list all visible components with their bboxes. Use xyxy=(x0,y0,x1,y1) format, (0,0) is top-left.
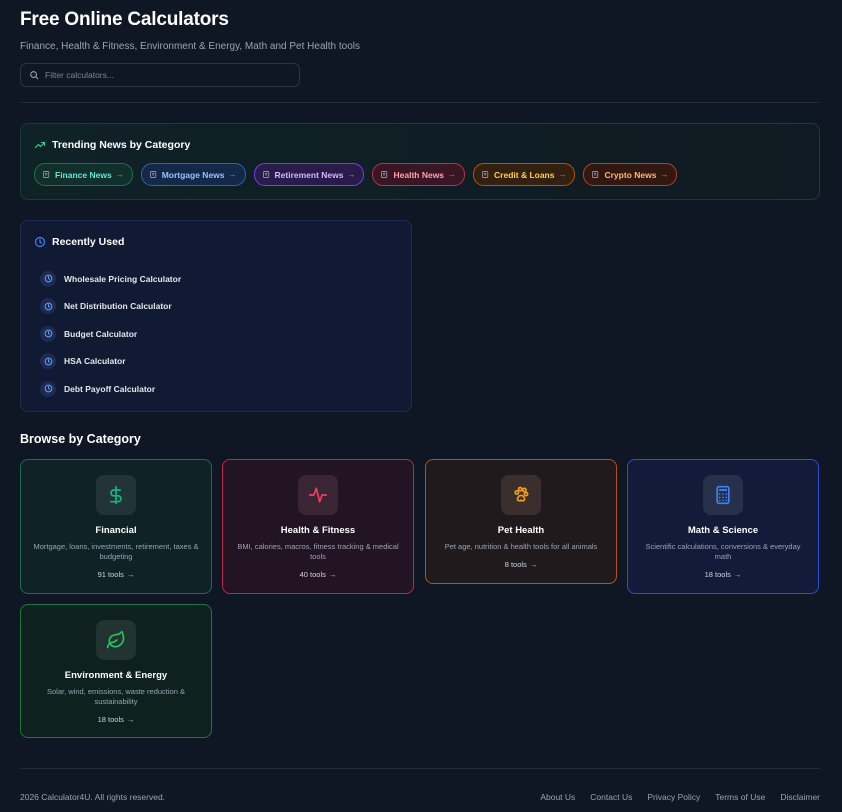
chip-label: Credit & Loans xyxy=(494,169,555,180)
trending-up-icon xyxy=(34,141,46,149)
leaf-icon xyxy=(96,620,136,660)
card-title: Math & Science xyxy=(687,525,759,536)
arrow-right-icon: → xyxy=(126,715,135,724)
card-description: Mortgage, loans, investments, retirement… xyxy=(33,542,199,561)
recent-item-budget[interactable]: Budget Calculator xyxy=(40,320,181,348)
recent-item-label: Wholesale Pricing Calculator xyxy=(64,273,182,284)
count-label: 40 tools xyxy=(299,570,326,579)
arrow-right-icon: → xyxy=(448,170,457,179)
category-card-financial[interactable]: Financial Mortgage, loans, investments, … xyxy=(20,459,212,594)
browse-title: Browse by Category xyxy=(20,432,141,446)
footer-link-contact-us[interactable]: Contact Us xyxy=(590,792,632,802)
clock-icon xyxy=(34,236,46,248)
card-description: BMI, calories, macros, fitness tracking … xyxy=(237,542,399,561)
card-tool-count: 18 tools → xyxy=(21,715,211,724)
arrow-right-icon: → xyxy=(529,560,538,569)
chip-label: Health News xyxy=(393,169,445,180)
newspaper-icon xyxy=(381,171,388,178)
recent-item-debt-payoff[interactable]: Debt Payoff Calculator xyxy=(40,375,181,403)
recently-used-list: Wholesale Pricing Calculator Net Distrib… xyxy=(40,265,181,403)
card-title: Health & Fitness xyxy=(280,525,356,536)
newspaper-icon xyxy=(592,171,599,178)
count-label: 18 tools xyxy=(97,715,124,724)
chip-finance-news[interactable]: Finance News → xyxy=(34,163,133,186)
clock-icon xyxy=(40,270,56,287)
chip-health-news[interactable]: Health News → xyxy=(372,163,466,186)
footer-link-about-us[interactable]: About Us xyxy=(540,792,575,802)
arrow-right-icon: → xyxy=(115,170,124,179)
trending-news-header: Trending News by Category xyxy=(34,139,190,151)
calculator-icon xyxy=(703,475,743,515)
header-divider xyxy=(20,102,820,103)
chip-retirement-news[interactable]: Retirement News → xyxy=(253,163,365,186)
card-description: Scientific calculations, conversions & e… xyxy=(645,542,801,561)
clock-icon xyxy=(40,380,56,397)
search-box[interactable] xyxy=(20,63,300,87)
newspaper-icon xyxy=(262,171,269,178)
arrow-right-icon: → xyxy=(228,170,237,179)
category-card-environment-energy[interactable]: Environment & Energy Solar, wind, emissi… xyxy=(20,604,212,738)
category-card-pet-health[interactable]: Pet Health Pet age, nutrition & health t… xyxy=(425,459,617,584)
recent-item-label: Debt Payoff Calculator xyxy=(64,383,156,394)
arrow-right-icon: → xyxy=(328,570,337,579)
recent-item-wholesale-pricing[interactable]: Wholesale Pricing Calculator xyxy=(40,265,181,293)
card-tool-count: 91 tools → xyxy=(21,570,211,579)
footer-links: About Us Contact Us Privacy Policy Terms… xyxy=(525,792,820,802)
chip-label: Crypto News xyxy=(604,169,657,180)
card-description: Pet age, nutrition & health tools for al… xyxy=(444,542,598,551)
recent-item-label: Budget Calculator xyxy=(64,328,138,339)
card-tool-count: 18 tools → xyxy=(628,570,818,579)
page-subtitle: Finance, Health & Fitness, Environment &… xyxy=(20,41,360,52)
card-title: Pet Health xyxy=(497,525,545,536)
footer-link-disclaimer[interactable]: Disclaimer xyxy=(780,792,820,802)
search-input[interactable] xyxy=(45,70,285,80)
recent-item-label: HSA Calculator xyxy=(64,356,126,367)
category-card-math-science[interactable]: Math & Science Scientific calculations, … xyxy=(627,459,819,594)
clock-icon xyxy=(40,325,56,342)
search-icon xyxy=(30,71,39,80)
clock-icon xyxy=(40,353,56,370)
recently-used-title: Recently Used xyxy=(52,236,125,248)
arrow-right-icon: → xyxy=(347,170,356,179)
chip-mortgage-news[interactable]: Mortgage News → xyxy=(140,163,246,186)
newspaper-icon xyxy=(482,171,489,178)
chip-label: Finance News xyxy=(55,169,112,180)
chip-credit-loans[interactable]: Credit & Loans → xyxy=(473,163,576,186)
chip-crypto-news[interactable]: Crypto News → xyxy=(583,163,678,186)
news-chip-list: Finance News → Mortgage News → Retiremen… xyxy=(34,163,685,186)
count-label: 91 tools xyxy=(97,570,124,579)
trending-news-title: Trending News by Category xyxy=(52,139,191,151)
footer-divider xyxy=(20,768,820,769)
category-card-health-fitness[interactable]: Health & Fitness BMI, calories, macros, … xyxy=(222,459,414,594)
page-title: Free Online Calculators xyxy=(20,9,229,30)
footer-link-terms-of-use[interactable]: Terms of Use xyxy=(715,792,765,802)
card-description: Solar, wind, emissions, waste reduction … xyxy=(47,687,185,706)
card-title: Environment & Energy xyxy=(64,670,168,681)
copyright: 2026 Calculator4U. All rights reserved. xyxy=(20,792,166,802)
paw-icon xyxy=(501,475,541,515)
arrow-right-icon: → xyxy=(733,570,742,579)
chip-label: Mortgage News xyxy=(161,169,225,180)
count-label: 18 tools xyxy=(704,570,731,579)
newspaper-icon xyxy=(43,171,50,178)
recently-used-header: Recently Used xyxy=(34,236,124,248)
newspaper-icon xyxy=(149,171,156,178)
pulse-icon xyxy=(298,475,338,515)
card-tool-count: 8 tools → xyxy=(426,560,616,569)
trending-news-panel: Trending News by Category Finance News →… xyxy=(20,123,820,200)
recent-item-label: Net Distribution Calculator xyxy=(64,301,172,312)
card-tool-count: 40 tools → xyxy=(223,570,413,579)
card-title: Financial xyxy=(95,525,137,536)
arrow-right-icon: → xyxy=(558,170,567,179)
count-label: 8 tools xyxy=(504,560,527,569)
recently-used-panel: Recently Used Wholesale Pricing Calculat… xyxy=(20,220,412,412)
footer-link-privacy-policy[interactable]: Privacy Policy xyxy=(647,792,700,802)
arrow-right-icon: → xyxy=(660,170,669,179)
chip-label: Retirement News xyxy=(274,169,344,180)
clock-icon xyxy=(40,298,56,315)
dollar-icon xyxy=(96,475,136,515)
recent-item-net-distribution[interactable]: Net Distribution Calculator xyxy=(40,293,181,321)
recent-item-hsa[interactable]: HSA Calculator xyxy=(40,348,181,376)
arrow-right-icon: → xyxy=(126,570,135,579)
